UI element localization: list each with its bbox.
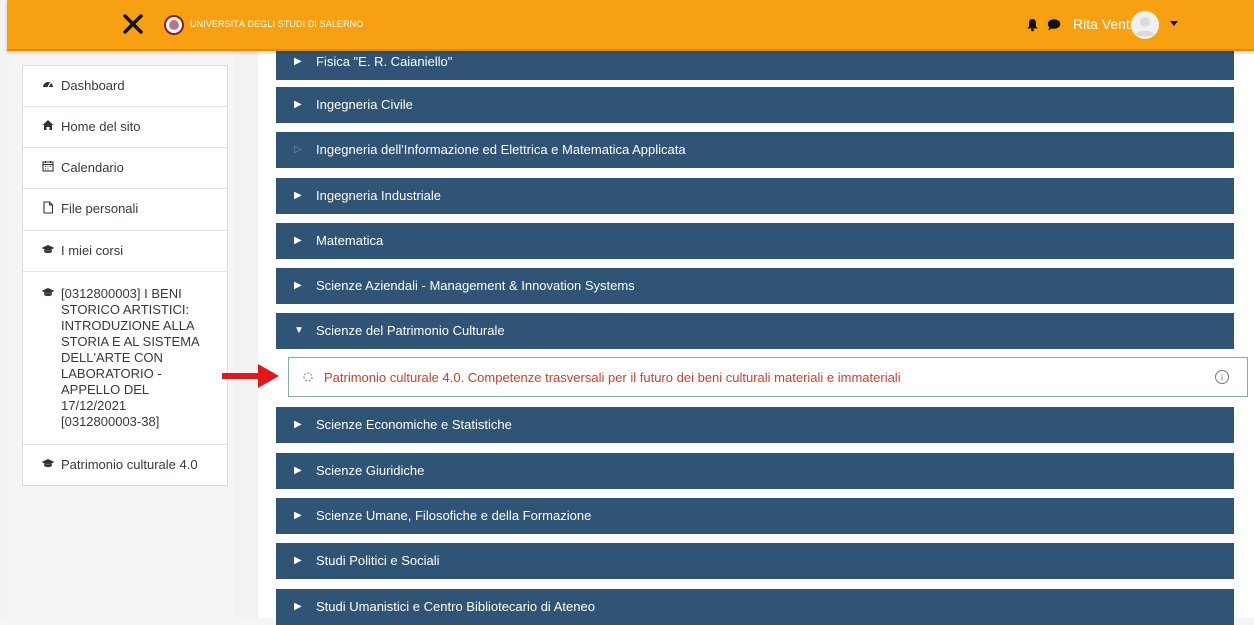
sidebar-item-files[interactable]: File personali (23, 189, 227, 231)
sidebar-item-label: [0312800003] I BENI STORICO ARTISTICI: I… (61, 286, 199, 429)
category-label: Ingegneria Civile (316, 97, 413, 112)
file-icon (41, 201, 55, 218)
category-scienze-giuridiche[interactable]: ▶ Scienze Giuridiche (276, 453, 1234, 489)
category-scienze-patrimonio-culturale[interactable]: ▼ Scienze del Patrimonio Culturale (276, 313, 1234, 349)
category-ingegneria-industriale[interactable]: ▶ Ingegneria Industriale (276, 178, 1234, 214)
category-label: Scienze Economiche e Statistiche (316, 417, 512, 432)
category-studi-umanistici[interactable]: ▶ Studi Umanistici e Centro Bibliotecari… (276, 589, 1234, 625)
sidebar-item-label: File personali (61, 201, 139, 216)
avatar-placeholder-icon (1131, 11, 1159, 39)
category-matematica[interactable]: ▶ Matematica (276, 223, 1234, 259)
category-label: Ingegneria dell'Informazione ed Elettric… (316, 142, 686, 157)
chat-icon[interactable] (1047, 18, 1061, 31)
sidebar-nav: Dashboard Home del sito Calendario File … (22, 65, 228, 486)
sidebar-item-home[interactable]: Home del sito (23, 107, 227, 148)
caret-right-icon: ▶ (294, 419, 302, 430)
category-label: Scienze del Patrimonio Culturale (316, 323, 505, 338)
bell-icon[interactable] (1026, 18, 1039, 32)
caret-right-icon: ▶ (294, 601, 302, 612)
user-menu-caret-icon[interactable] (1170, 21, 1178, 27)
sidebar-item-course-beni-storico-artistici[interactable]: [0312800003] I BENI STORICO ARTISTICI: I… (23, 272, 227, 445)
sidebar-gutter (234, 51, 258, 618)
university-logo[interactable] (164, 15, 184, 35)
sidebar-item-label: Dashboard (61, 78, 125, 93)
caret-down-icon: ▼ (294, 325, 304, 336)
graduation-cap-icon (41, 243, 55, 259)
category-scienze-economiche[interactable]: ▶ Scienze Economiche e Statistiche (276, 407, 1234, 443)
top-navbar: UNIVERSITÀ DEGLI STUDI DI SALERNO Rita V… (7, 0, 1254, 51)
sidebar-item-calendar[interactable]: Calendario (23, 148, 227, 189)
category-ingegneria-informazione[interactable]: ▷ Ingegneria dell'Informazione ed Elettr… (276, 132, 1234, 168)
category-label: Scienze Giuridiche (316, 463, 425, 478)
category-label: Studi Politici e Sociali (316, 553, 440, 568)
info-icon[interactable]: i (1215, 370, 1229, 384)
graduation-cap-icon (41, 286, 55, 302)
caret-right-icon: ▶ (294, 510, 302, 521)
sidebar-item-my-courses[interactable]: I miei corsi (23, 231, 227, 272)
category-ingegneria-civile[interactable]: ▶ Ingegneria Civile (276, 87, 1234, 123)
caret-right-icon: ▶ (294, 99, 302, 110)
close-icon[interactable] (121, 12, 145, 36)
course-category-list: ▶ Fisica "E. R. Caianiello" ▶ Ingegneria… (258, 44, 1254, 625)
category-label: Ingegneria Industriale (316, 188, 442, 203)
caret-right-icon: ▶ (294, 555, 302, 566)
sidebar-item-label: Home del sito (61, 119, 141, 134)
category-label: Scienze Umane, Filosofiche e della Forma… (316, 508, 592, 523)
category-studi-politici[interactable]: ▶ Studi Politici e Sociali (276, 543, 1234, 579)
annotation-arrow-icon (222, 364, 279, 388)
caret-right-icon: ▶ (294, 235, 302, 246)
category-label: Matematica (316, 233, 384, 248)
dashboard-icon (41, 78, 55, 94)
sidebar-item-dashboard[interactable]: Dashboard (23, 66, 227, 107)
window-left-edge (0, 0, 7, 618)
caret-right-icon: ▶ (294, 280, 302, 291)
sidebar-item-course-patrimonio[interactable]: Patrimonio culturale 4.0 (23, 445, 227, 485)
category-scienze-aziendali[interactable]: ▶ Scienze Aziendali - Management & Innov… (276, 268, 1234, 304)
caret-right-icon: ▶ (294, 465, 302, 476)
caret-right-icon: ▶ (294, 190, 302, 201)
sidebar-item-label: Patrimonio culturale 4.0 (61, 457, 198, 472)
course-list-item[interactable]: Patrimonio culturale 4.0. Competenze tra… (288, 357, 1248, 397)
category-scienze-umane[interactable]: ▶ Scienze Umane, Filosofiche e della For… (276, 498, 1234, 534)
sidebar-item-label: Calendario (61, 160, 124, 175)
home-icon (41, 119, 55, 135)
course-link[interactable]: Patrimonio culturale 4.0. Competenze tra… (324, 370, 901, 385)
university-name[interactable]: UNIVERSITÀ DEGLI STUDI DI SALERNO (190, 19, 363, 29)
category-label: Scienze Aziendali - Management & Innovat… (316, 278, 635, 293)
user-avatar[interactable] (1131, 11, 1159, 39)
graduation-cap-icon (41, 457, 55, 473)
category-label: Studi Umanistici e Centro Bibliotecario … (316, 599, 595, 614)
calendar-icon (41, 160, 55, 176)
caret-right-icon: ▷ (294, 144, 302, 155)
category-label: Fisica "E. R. Caianiello" (316, 54, 453, 69)
sidebar-item-label: I miei corsi (61, 243, 124, 258)
course-icon (303, 372, 313, 382)
